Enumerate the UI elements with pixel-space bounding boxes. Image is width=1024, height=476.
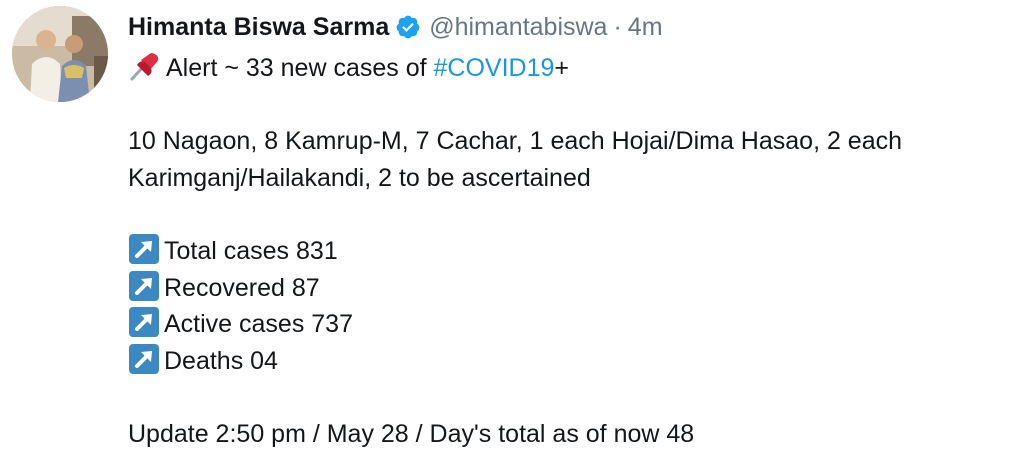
up-right-arrow-icon xyxy=(128,306,160,338)
user-handle[interactable]: @himantabiswa xyxy=(429,10,607,44)
alert-text: Alert ~ 33 new cases of xyxy=(166,54,434,82)
tweet-text: Alert ~ 33 new cases of #COVID19+ 10 Nag… xyxy=(128,50,1018,453)
breakdown-line-1: 10 Nagaon, 8 Kamrup-M, 7 Cachar, 1 each … xyxy=(128,127,903,156)
header-separator: · xyxy=(613,13,622,41)
stat-label: Total cases 831 xyxy=(164,236,338,265)
stat-deaths: Deaths 04 xyxy=(128,343,1018,380)
up-right-arrow-icon xyxy=(128,233,160,265)
verified-badge-icon xyxy=(395,14,421,40)
hashtag-link[interactable]: #COVID19 xyxy=(434,54,555,82)
stat-total-cases: Total cases 831 xyxy=(128,233,1018,270)
stat-active-cases: Active cases 737 xyxy=(128,306,1018,343)
profile-photo xyxy=(12,6,108,102)
stat-label: Deaths 04 xyxy=(164,346,278,375)
stat-recovered: Recovered 87 xyxy=(128,270,1018,307)
stat-label: Recovered 87 xyxy=(164,273,320,302)
display-name[interactable]: Himanta Biswa Sarma xyxy=(128,10,389,44)
tweet[interactable]: Himanta Biswa Sarma @himantabiswa · 4m A… xyxy=(0,0,1024,476)
tweet-header: Himanta Biswa Sarma @himantabiswa · 4m xyxy=(128,10,663,44)
alert-suffix: + xyxy=(554,54,570,82)
breakdown-line-2: Karimganj/Hailakandi, 2 to be ascertaine… xyxy=(128,163,591,192)
timestamp[interactable]: 4m xyxy=(628,10,663,44)
up-right-arrow-icon xyxy=(128,270,160,302)
avatar[interactable] xyxy=(12,6,108,102)
stat-label: Active cases 737 xyxy=(164,310,353,339)
pushpin-icon xyxy=(128,51,162,81)
alert-line: Alert ~ 33 new cases of #COVID19+ xyxy=(128,50,1018,87)
up-right-arrow-icon xyxy=(128,343,160,375)
update-line: Update 2:50 pm / May 28 / Day's total as… xyxy=(128,419,695,448)
